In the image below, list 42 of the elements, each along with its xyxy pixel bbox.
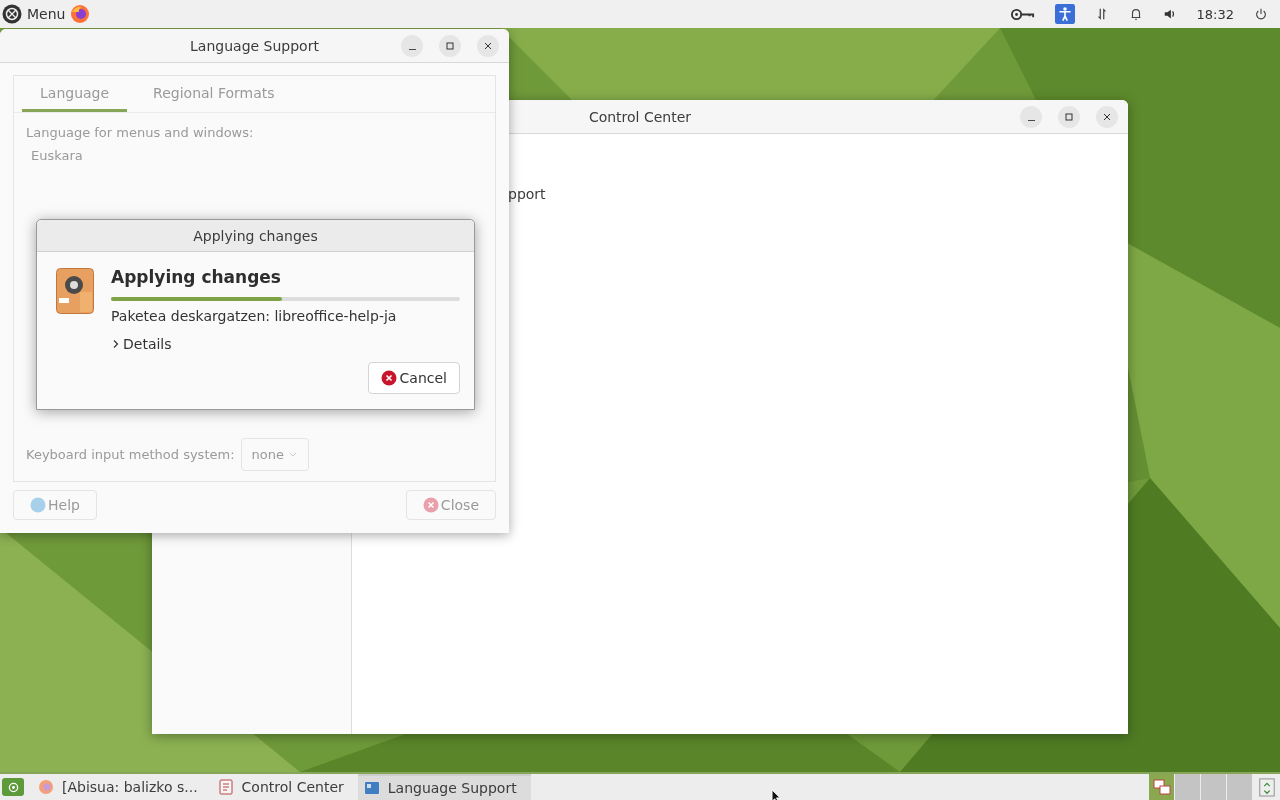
menu-logo-icon[interactable] [2,4,22,24]
maximize-icon [445,41,455,51]
clock[interactable]: 18:32 [1196,6,1234,22]
windows-icon [1151,777,1172,797]
volume-icon[interactable] [1162,7,1177,21]
maximize-button[interactable] [1058,106,1080,128]
browser-icon[interactable] [70,4,91,24]
section-label: Language for menus and windows: [26,125,255,140]
taskbar-item[interactable]: Control Center [211,774,358,800]
maximize-button[interactable] [439,35,461,57]
close-icon [422,497,439,513]
browser-icon [38,779,54,795]
dialog-heading: Applying changes [111,267,282,287]
menu-button[interactable] [2,778,24,796]
menu-logo-icon [7,781,19,793]
close-icon [483,41,493,51]
cancel-icon [380,370,397,386]
taskbar-item[interactable]: [Abisua: balizko s... [32,774,212,800]
details-expander[interactable]: Details [111,336,172,352]
workspace-switcher[interactable] [1149,774,1252,800]
close-icon [1102,112,1112,122]
chevron-right-icon [111,339,121,349]
status-text: Paketea deskargatzen: libreoffice-help-ja [111,308,398,324]
power-icon[interactable] [1254,7,1268,21]
accessibility-icon[interactable] [1054,4,1075,24]
menu-button[interactable]: Menu [27,6,66,22]
close-button[interactable] [1096,106,1118,128]
minimize-icon [408,49,416,50]
taskbar-item[interactable]: Language Support [357,774,531,800]
close-button[interactable] [477,35,499,57]
package-gear-icon [56,268,94,314]
maximize-icon [1064,112,1074,122]
input-method-label: Keyboard input method system: [26,447,235,462]
window-icon [363,780,380,796]
window-title: Control Center [588,108,692,125]
minimize-icon [1027,120,1035,121]
dialog-title: Applying changes [193,227,318,244]
window-title: Language Support [190,37,319,54]
document-icon [217,779,234,795]
list-item[interactable]: pport [508,186,546,202]
cancel-button[interactable]: Cancel [367,362,460,394]
key-icon[interactable] [1010,7,1035,21]
